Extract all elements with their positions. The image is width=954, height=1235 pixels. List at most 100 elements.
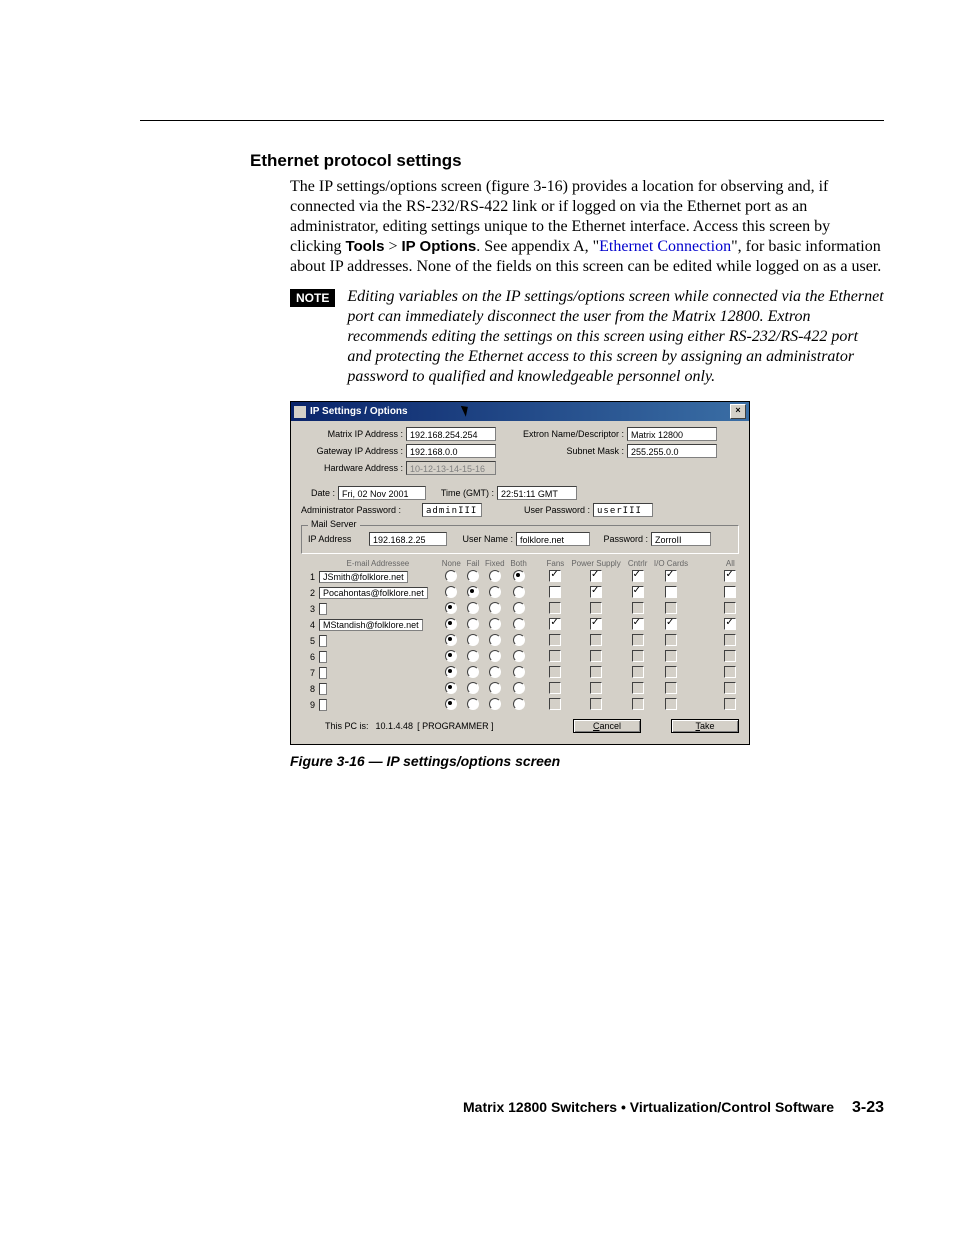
close-button[interactable]: × [730, 404, 746, 419]
radio[interactable] [513, 634, 525, 646]
radio[interactable] [513, 570, 525, 582]
table-row: 4MStandish@folklore.net [301, 617, 739, 633]
gateway-ip-field[interactable]: 192.168.0.0 [406, 444, 496, 458]
radio[interactable] [513, 602, 525, 614]
radio[interactable] [513, 650, 525, 662]
radio[interactable] [467, 586, 479, 598]
user-name-label: User Name : [447, 534, 516, 544]
window-titlebar[interactable]: IP Settings / Options × [291, 402, 749, 421]
email-field[interactable] [319, 603, 327, 615]
email-field[interactable] [319, 635, 327, 647]
radio[interactable] [489, 634, 501, 646]
user-name-field[interactable]: folklore.net [516, 532, 590, 546]
email-field[interactable]: JSmith@folklore.net [319, 571, 408, 583]
radio[interactable] [513, 586, 525, 598]
table-row: 6 [301, 649, 739, 665]
date-field[interactable]: Fri, 02 Nov 2001 [338, 486, 426, 500]
checkbox[interactable] [590, 586, 602, 598]
checkbox[interactable] [665, 570, 677, 582]
table-row: 2Pocahontas@folklore.net [301, 585, 739, 601]
hardware-label: Hardware Address : [301, 463, 406, 473]
radio[interactable] [489, 650, 501, 662]
checkbox [665, 666, 677, 678]
checkbox [549, 602, 561, 614]
admin-pw-field[interactable]: adminIII [422, 503, 482, 517]
checkbox [590, 666, 602, 678]
radio[interactable] [445, 634, 457, 646]
email-field[interactable]: Pocahontas@folklore.net [319, 587, 428, 599]
figure-screenshot: IP Settings / Options × Matrix IP Addres… [290, 401, 750, 745]
email-field[interactable] [319, 683, 327, 695]
radio[interactable] [445, 586, 457, 598]
col-fixed: Fixed [482, 558, 507, 569]
checkbox [632, 666, 644, 678]
radio[interactable] [467, 602, 479, 614]
radio[interactable] [467, 570, 479, 582]
radio[interactable] [467, 650, 479, 662]
time-field[interactable]: 22:51:11 GMT [497, 486, 577, 500]
checkbox[interactable] [632, 618, 644, 630]
radio[interactable] [513, 698, 525, 710]
checkbox[interactable] [724, 618, 736, 630]
checkbox [724, 698, 736, 710]
checkbox [632, 634, 644, 646]
password-field[interactable]: ZorroII [651, 532, 711, 546]
checkbox[interactable] [549, 586, 561, 598]
figure-caption: Figure 3-16 — IP settings/options screen [290, 753, 884, 769]
user-pw-label: User Password : [482, 505, 593, 515]
mail-ip-field[interactable]: 192.168.2.25 [369, 532, 447, 546]
checkbox[interactable] [665, 618, 677, 630]
radio[interactable] [513, 618, 525, 630]
radio[interactable] [467, 618, 479, 630]
email-field[interactable] [319, 651, 327, 663]
radio[interactable] [489, 570, 501, 582]
radio[interactable] [445, 650, 457, 662]
radio[interactable] [489, 602, 501, 614]
checkbox[interactable] [590, 618, 602, 630]
extron-name-label: Extron Name/Descriptor : [496, 429, 627, 439]
ethernet-connection-link[interactable]: Ethernet Connection [599, 238, 731, 255]
radio[interactable] [489, 698, 501, 710]
col-none: None [439, 558, 464, 569]
checkbox [665, 650, 677, 662]
radio[interactable] [513, 682, 525, 694]
table-row: 9 [301, 697, 739, 713]
checkbox[interactable] [724, 586, 736, 598]
checkbox[interactable] [632, 586, 644, 598]
radio[interactable] [467, 634, 479, 646]
email-field[interactable] [319, 667, 327, 679]
take-button[interactable]: Take [671, 719, 739, 733]
matrix-ip-field[interactable]: 192.168.254.254 [406, 427, 496, 441]
radio[interactable] [445, 602, 457, 614]
ip-options-menu: IP Options [401, 238, 476, 255]
cancel-button[interactable]: Cancel [573, 719, 641, 733]
row-index: 4 [301, 617, 317, 633]
checkbox [590, 602, 602, 614]
radio[interactable] [489, 682, 501, 694]
checkbox[interactable] [724, 570, 736, 582]
radio[interactable] [467, 698, 479, 710]
radio[interactable] [445, 618, 457, 630]
user-pw-field[interactable]: userIII [593, 503, 653, 517]
col-fail: Fail [464, 558, 482, 569]
checkbox [665, 682, 677, 694]
radio[interactable] [467, 666, 479, 678]
email-field[interactable]: MStandish@folklore.net [319, 619, 423, 631]
subnet-field[interactable]: 255.255.0.0 [627, 444, 717, 458]
radio[interactable] [513, 666, 525, 678]
radio[interactable] [489, 666, 501, 678]
radio[interactable] [489, 618, 501, 630]
checkbox[interactable] [549, 618, 561, 630]
checkbox[interactable] [632, 570, 644, 582]
radio[interactable] [445, 698, 457, 710]
radio[interactable] [489, 586, 501, 598]
radio[interactable] [445, 570, 457, 582]
checkbox[interactable] [665, 586, 677, 598]
checkbox[interactable] [549, 570, 561, 582]
checkbox[interactable] [590, 570, 602, 582]
email-field[interactable] [319, 699, 327, 711]
radio[interactable] [467, 682, 479, 694]
extron-name-field[interactable]: Matrix 12800 [627, 427, 717, 441]
radio[interactable] [445, 682, 457, 694]
radio[interactable] [445, 666, 457, 678]
